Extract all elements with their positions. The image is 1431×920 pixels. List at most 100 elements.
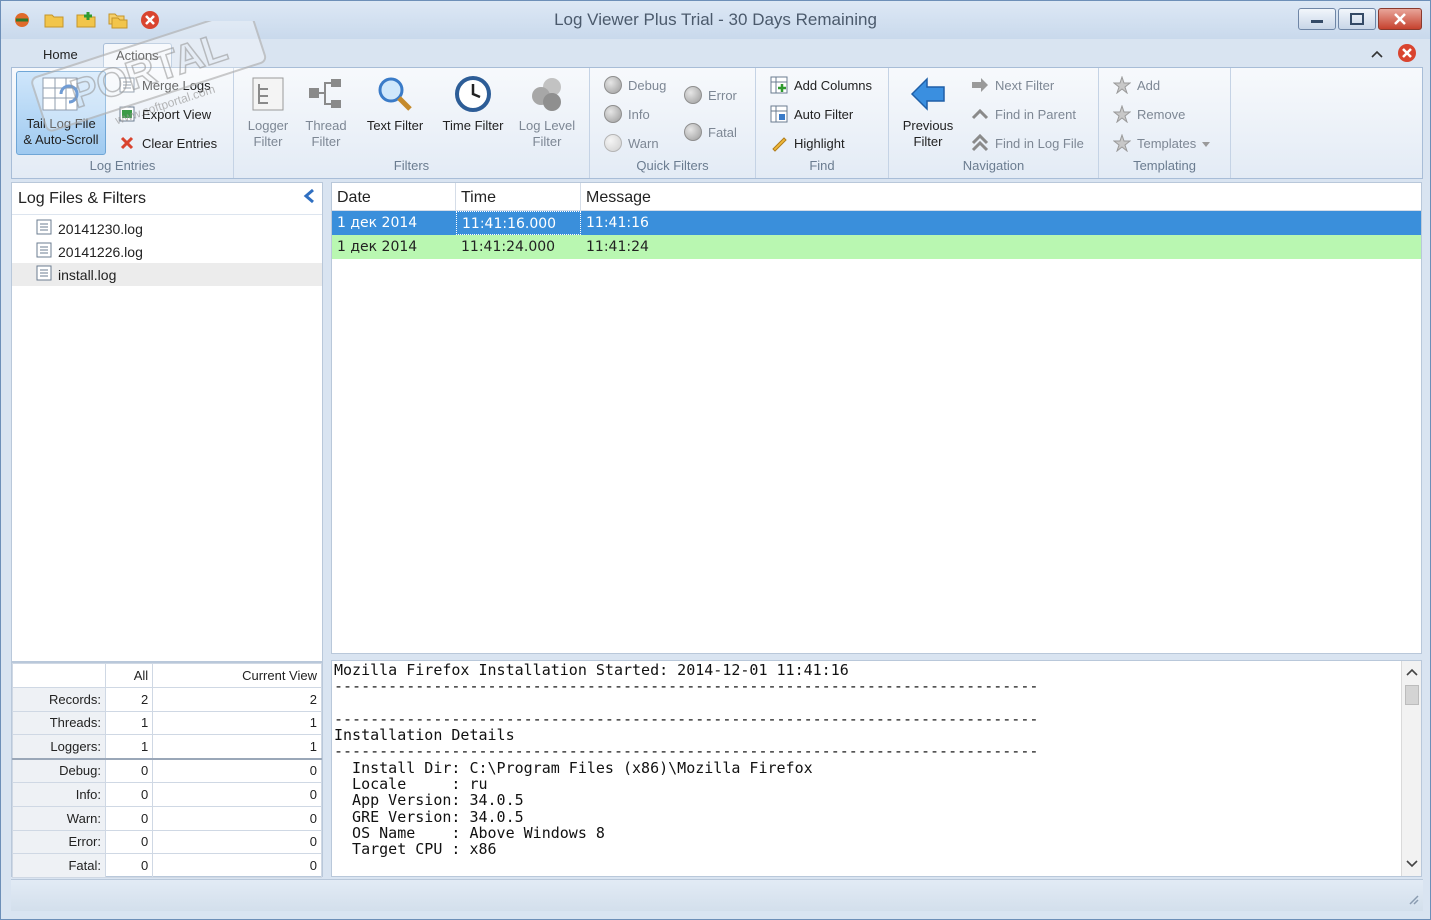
error-toggle[interactable]: Error: [684, 84, 737, 106]
previous-filter-button[interactable]: Previous Filter: [893, 74, 963, 150]
vertical-scrollbar[interactable]: [1401, 661, 1421, 876]
column-header-time[interactable]: Time: [456, 183, 581, 210]
tail-label-2: & Auto-Scroll: [23, 132, 99, 147]
thread-filter-button[interactable]: Thread Filter: [294, 74, 358, 150]
close-icon[interactable]: [1378, 8, 1422, 30]
next-filter-label: Next Filter: [995, 77, 1055, 93]
stats-row: Error: 0 0: [12, 829, 322, 855]
file-item[interactable]: 20141226.log: [12, 240, 322, 263]
tail-grid-icon: [41, 76, 81, 114]
logger-filter-button[interactable]: Logger Filter: [236, 74, 300, 150]
stats-row: Fatal: 0 0: [12, 853, 322, 879]
close-document-icon[interactable]: [1397, 43, 1417, 66]
stats-all: 1: [104, 734, 154, 760]
merge-logs-label: Merge Logs: [142, 77, 211, 93]
log-file-icon: [36, 265, 52, 284]
cell-date: 1 дек 2014: [337, 215, 418, 231]
file-list: 20141230.log 20141226.log install.log: [12, 215, 322, 286]
add-template-button[interactable]: Add: [1113, 74, 1160, 96]
merge-logs-button[interactable]: Merge Logs: [118, 74, 211, 96]
auto-filter-button[interactable]: Auto Filter: [770, 103, 853, 125]
stats-all: 0: [104, 757, 154, 783]
collapse-panel-icon[interactable]: [302, 188, 316, 209]
log-level-filter-button[interactable]: Log Level Filter: [514, 74, 580, 150]
tab-home[interactable]: Home: [31, 43, 90, 67]
cell-message: 11:41:16: [586, 215, 649, 231]
add-columns-button[interactable]: Add Columns: [770, 74, 872, 96]
tail-label-1: Tail Log File: [26, 116, 96, 131]
scroll-thumb[interactable]: [1405, 685, 1419, 705]
info-toggle[interactable]: Info: [604, 103, 650, 125]
stats-header-current: Current View: [152, 663, 322, 688]
tail-log-file-button[interactable]: Tail Log File & Auto-Scroll: [16, 71, 106, 155]
column-header-message[interactable]: Message: [581, 183, 1421, 210]
export-icon: [118, 105, 136, 123]
file-item-selected[interactable]: install.log: [12, 263, 322, 286]
fatal-toggle[interactable]: Fatal: [684, 121, 737, 143]
up-chevron-icon: [971, 105, 989, 123]
highlight-button[interactable]: Highlight: [770, 132, 845, 154]
table-row-selected[interactable]: 1 дек 2014 11:41:16.000 11:41:16: [332, 211, 1421, 235]
scroll-down-icon[interactable]: [1406, 857, 1418, 872]
stats-label: Error:: [12, 829, 106, 855]
file-name: install.log: [58, 266, 117, 283]
text-filter-label: Text Filter: [366, 118, 424, 133]
table-row[interactable]: 1 дек 2014 11:41:24.000 11:41:24: [332, 235, 1421, 259]
info-dot-icon: [604, 105, 622, 123]
debug-toggle[interactable]: Debug: [604, 74, 666, 96]
stats-current: 0: [152, 805, 322, 831]
stats-label: Warn:: [12, 805, 106, 831]
window-controls: [1298, 8, 1422, 30]
balls-icon: [527, 74, 567, 114]
resize-grip-icon[interactable]: [1407, 893, 1419, 908]
group-filters: Logger Filter Thread Filter Text Filter: [234, 68, 590, 178]
stats-header-row: All Current View: [12, 663, 322, 688]
warn-toggle[interactable]: Warn: [604, 132, 659, 154]
log-level-filter-label-1: Log Level: [518, 118, 576, 133]
stats-all: 2: [104, 686, 154, 712]
stats-label: Loggers:: [12, 734, 106, 760]
clear-entries-button[interactable]: Clear Entries: [118, 132, 217, 154]
next-filter-button[interactable]: Next Filter: [971, 74, 1054, 96]
find-in-parent-button[interactable]: Find in Parent: [971, 103, 1076, 125]
star-add-icon: [1113, 76, 1131, 94]
cell-time: 11:41:16.000: [456, 211, 581, 235]
stats-current: 0: [152, 781, 322, 807]
stats-current: 0: [152, 757, 322, 783]
ribbon-tabs: Home Actions: [11, 39, 1421, 67]
stats-row: Loggers: 1 1: [12, 734, 322, 760]
group-label-filters: Filters: [393, 158, 430, 173]
logger-filter-label-2: Filter: [253, 134, 283, 149]
stats-all: 0: [104, 829, 154, 855]
stats-label: Debug:: [12, 757, 106, 783]
stats-row: Info: 0 0: [12, 781, 322, 807]
group-label-navigation: Navigation: [962, 158, 1025, 173]
tab-actions[interactable]: Actions: [103, 43, 172, 67]
remove-template-button[interactable]: Remove: [1113, 103, 1185, 125]
stats-header-empty: [12, 663, 106, 688]
column-header-date[interactable]: Date: [332, 183, 456, 210]
maximize-icon[interactable]: [1338, 8, 1376, 30]
stats-row: Warn: 0 0: [12, 805, 322, 831]
message-detail-pane[interactable]: Mozilla Firefox Installation Started: 20…: [331, 660, 1422, 877]
log-files-panel: Log Files & Filters 20141230.log 2014122…: [11, 182, 323, 662]
debug-dot-icon: [604, 76, 622, 94]
red-x-icon: [118, 134, 136, 152]
templates-label: Templates: [1137, 135, 1197, 151]
text-filter-button[interactable]: Text Filter: [362, 74, 428, 134]
scroll-up-icon[interactable]: [1406, 665, 1418, 680]
fatal-dot-icon: [684, 123, 702, 141]
time-filter-button[interactable]: Time Filter: [438, 74, 508, 134]
minimize-icon[interactable]: [1298, 8, 1336, 30]
export-view-button[interactable]: Export View: [118, 103, 211, 125]
auto-filter-label: Auto Filter: [794, 106, 854, 122]
find-in-log-file-button[interactable]: Find in Log File: [971, 132, 1084, 154]
collapse-ribbon-icon[interactable]: [1371, 47, 1383, 62]
file-item[interactable]: 20141230.log: [12, 217, 322, 240]
logger-tree-icon: [248, 74, 288, 114]
info-label: Info: [628, 106, 650, 122]
templates-dropdown[interactable]: Templates: [1113, 132, 1211, 154]
double-up-chevron-icon: [971, 134, 989, 152]
stats-all: 1: [104, 710, 154, 736]
thread-icon: [306, 74, 346, 114]
